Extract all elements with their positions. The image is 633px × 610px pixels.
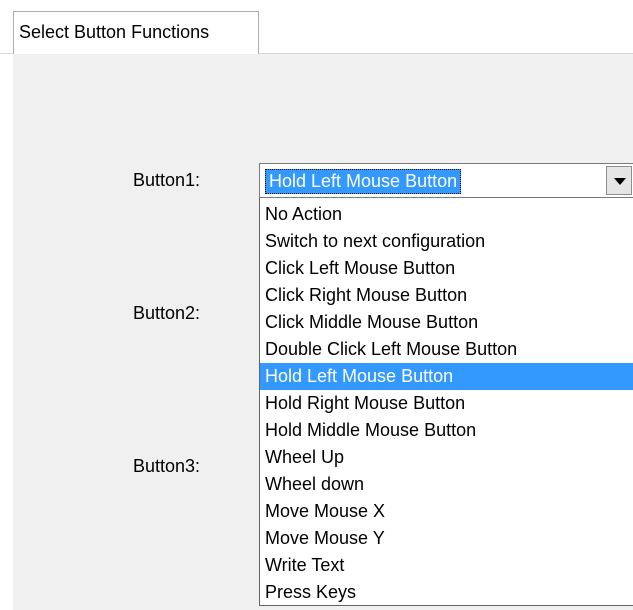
dropdown-option[interactable]: Hold Right Mouse Button — [260, 390, 633, 417]
dropdown-option[interactable]: Wheel Up — [260, 444, 633, 471]
tab-select-button-functions[interactable]: Select Button Functions — [13, 11, 259, 54]
dropdown-option[interactable]: Click Left Mouse Button — [260, 255, 633, 282]
button-settings-window: Select Button Functions Button1: Button2… — [0, 0, 633, 610]
dropdown-option[interactable]: Click Right Mouse Button — [260, 282, 633, 309]
dropdown-option[interactable]: No Action — [260, 201, 633, 228]
dropdown-option[interactable]: Wheel down — [260, 471, 633, 498]
dropdown-option[interactable]: Move Mouse X — [260, 498, 633, 525]
dropdown-option[interactable]: Switch to next configuration — [260, 228, 633, 255]
dropdown-option[interactable]: Move Mouse Y — [260, 525, 633, 552]
dropdown-option[interactable]: Double Click Left Mouse Button — [260, 336, 633, 363]
chevron-down-icon[interactable] — [606, 166, 632, 195]
dropdown-option[interactable]: Hold Left Mouse Button — [260, 363, 633, 390]
button1-selected-value: Hold Left Mouse Button — [265, 169, 462, 194]
button1-function-select[interactable]: Hold Left Mouse Button — [259, 163, 633, 198]
dropdown-option[interactable]: Click Middle Mouse Button — [260, 309, 633, 336]
dropdown-option[interactable]: Write Text — [260, 552, 633, 579]
button2-label: Button2: — [133, 303, 201, 323]
button3-label: Button3: — [133, 456, 201, 476]
dropdown-option[interactable]: Hold Middle Mouse Button — [260, 417, 633, 444]
button1-label: Button1: — [133, 170, 201, 190]
button1-function-dropdown-list: No Action Switch to next configuration Cli… — [259, 198, 633, 606]
dropdown-option[interactable]: Press Keys — [260, 579, 633, 606]
